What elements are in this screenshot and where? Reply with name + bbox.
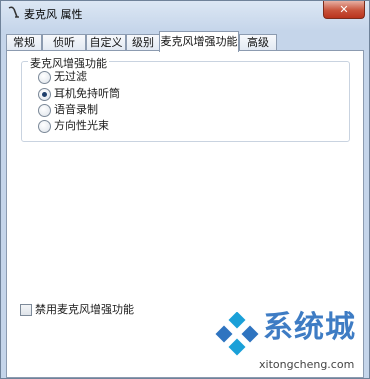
tab-enhancements[interactable]: 麦克风增强功能 [159, 31, 239, 52]
watermark-url: xitongcheng.com [259, 358, 355, 371]
option-label: 方向性光束 [54, 119, 109, 132]
option-label: 语音录制 [54, 103, 98, 116]
tab-general[interactable]: 常规 [6, 34, 42, 51]
window-title: 麦克风 属性 [24, 8, 83, 21]
title-bar[interactable]: 麦克风 属性 ✕ [1, 1, 369, 25]
radio-beamforming[interactable] [38, 120, 51, 133]
group-title: 麦克风增强功能 [28, 55, 109, 71]
tab-advanced[interactable]: 高级 [239, 34, 277, 51]
radio-headset[interactable] [38, 88, 51, 101]
close-button[interactable]: ✕ [323, 1, 365, 19]
radio-no-filter[interactable] [38, 71, 51, 84]
radio-voice-recording[interactable] [38, 104, 51, 117]
microphone-icon [8, 6, 19, 18]
tab-custom[interactable]: 自定义 [86, 34, 126, 51]
option-label: 无过滤 [54, 70, 87, 83]
disable-enhancements-checkbox[interactable] [20, 304, 32, 316]
watermark-name: 系统城 [263, 310, 356, 345]
enhancements-group: 麦克风增强功能 无过滤 耳机免持听筒 语音录制 方向性光束 [21, 55, 350, 142]
checkbox-label: 禁用麦克风增强功能 [35, 303, 134, 316]
tab-bar: 常规 侦听 自定义 级别 麦克风增强功能 高级 [6, 31, 366, 52]
tab-listen[interactable]: 侦听 [42, 34, 86, 51]
watermark-logo-icon [215, 312, 259, 356]
tab-levels[interactable]: 级别 [126, 34, 160, 51]
properties-window: 麦克风 属性 ✕ 常规 侦听 自定义 级别 麦克风增强功能 高级 麦克风增强功能… [0, 0, 370, 379]
option-label: 耳机免持听筒 [54, 87, 120, 100]
